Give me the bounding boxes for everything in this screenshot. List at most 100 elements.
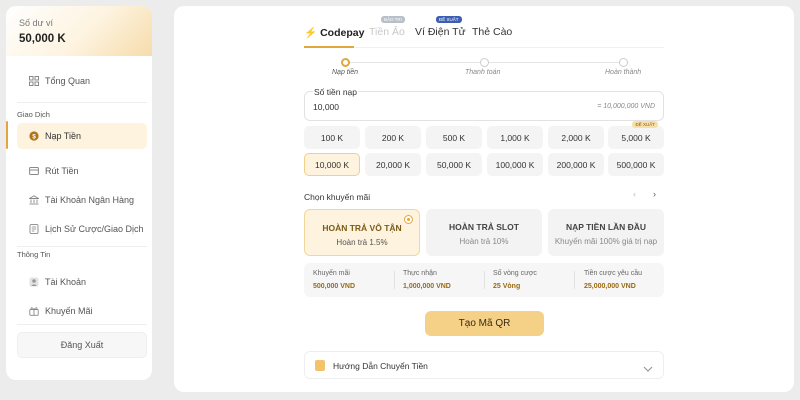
gift-icon [29,306,39,316]
sidebar-item-label: Lịch Sử Cược/Giao Dịch [45,224,144,234]
stepper-line [487,62,623,63]
tab-virtual-currency[interactable]: Tiền Ảo [369,26,405,38]
coin-icon: $ [29,131,39,141]
sidebar-item-label: Nạp Tiền [45,131,82,141]
promo-summary: Khuyến mãi 500,000 VND Thực nhận 1,000,0… [304,263,664,297]
tab-label: Tiền Ảo [369,26,405,38]
wallet-balance-card: Số dư ví 50,000 K [6,6,152,56]
quick-amount-chip[interactable]: 50,000 K [426,153,482,176]
generate-qr-button[interactable]: Tạo Mã QR [425,311,544,336]
tab-e-wallet[interactable]: Ví Điện Tử [415,26,466,38]
chip-label: 5,000 K [621,132,651,143]
amount-input[interactable]: Số tiền nạp 10,000 = 10,000,000 VND [304,87,664,121]
quick-amount-chip[interactable]: 2,000 K [548,126,604,149]
divider [17,246,147,247]
step-dot-complete [619,58,628,67]
promo-card-unlimited-rebate[interactable]: HOÀN TRẢ VÔ TẬN Hoàn trả 1.5% [304,209,420,256]
promo-card-first-deposit[interactable]: NẠP TIỀN LẦN ĐẦU Khuyến mãi 100% giá trị… [548,209,664,256]
amount-conversion-hint: = 10,000,000 VND [597,103,655,110]
chevron-left-icon[interactable]: ‹ [633,189,636,199]
active-indicator [6,121,8,149]
summary-label: Tiền cược yêu cầu [584,270,643,277]
sidebar-item-label: Tài Khoản Ngân Hàng [45,195,135,205]
promo-section-title: Chọn khuyến mãi [304,192,371,202]
step-label-deposit: Nạp tiền [332,69,359,76]
tab-divider [304,47,664,48]
divider [17,102,147,103]
summary-label: Khuyến mãi [313,270,350,277]
quick-amount-chip[interactable]: 100,000 K [487,153,543,176]
sidebar-item-label: Tổng Quan [45,76,91,86]
quick-amount-chip[interactable]: 20,000 K [365,153,421,176]
quick-amount-chip[interactable]: 200 K [365,126,421,149]
step-dot-deposit [341,58,350,67]
summary-label: Số vòng cược [493,270,537,277]
promo-description: Hoàn trả 1.5% [336,238,388,247]
tab-label: Thẻ Cào [472,26,513,38]
balance-label: Số dư ví [19,18,54,28]
history-icon [29,224,39,234]
maintenance-badge: BẢO TRÌ [381,16,405,23]
guide-title: Hướng Dẫn Chuyển Tiền [333,361,428,371]
promo-card-slot-rebate[interactable]: HOÀN TRẢ SLOT Hoàn trả 10% [426,209,542,256]
summary-value: 500,000 VND [313,283,356,290]
amount-value: 10,000 [313,102,339,112]
sidebar-item-label: Khuyến Mãi [45,306,93,316]
promo-name: HOÀN TRẢ SLOT [449,222,519,232]
tab-scratch-card[interactable]: Thẻ Cào [472,26,512,38]
active-tab-underline [304,46,354,48]
quick-amount-chip[interactable]: 500,000 K [608,153,664,176]
balance-value: 50,000 K [19,33,66,45]
summary-value: 25 Vòng [493,283,521,290]
recommended-badge: ĐỀ XUẤT [436,16,462,23]
sidebar-item-account[interactable]: Tài Khoản [17,269,147,295]
document-icon [315,360,325,371]
sidebar-item-bank-account[interactable]: Tài Khoản Ngân Hàng [17,187,147,213]
tab-codepay[interactable]: ⚡ Codepay [304,26,364,39]
transfer-guide-accordion[interactable]: Hướng Dẫn Chuyển Tiền [304,351,664,379]
divider [394,271,395,289]
quick-amount-chip-selected[interactable]: 10,000 K [304,153,360,176]
quick-amount-chip[interactable]: 100 K [304,126,360,149]
sidebar-item-label: Tài Khoản [45,277,87,287]
tab-label: Ví Điện Tử [415,26,466,38]
quick-amount-chip[interactable]: 500 K [426,126,482,149]
logout-button[interactable]: Đăng Xuất [17,332,147,358]
section-label-info: Thông Tin [17,250,51,259]
user-icon [29,277,39,287]
recommended-badge: ĐỀ XUẤT [632,121,658,128]
wallet-icon [29,166,39,176]
summary-value: 25,000,000 VND [584,283,636,290]
sidebar: Số dư ví 50,000 K Tổng Quan Giao Dịch $ … [6,6,152,380]
tab-label: Codepay [320,27,365,39]
divider [574,271,575,289]
lightning-icon: ⚡ [304,27,318,39]
sidebar-item-label: Rút Tiền [45,166,79,176]
bank-icon [29,195,39,205]
chevron-right-icon[interactable]: › [653,189,656,199]
summary-value: 1,000,000 VND [403,283,451,290]
summary-item: Thực nhận 1,000,000 VND [403,270,451,290]
summary-item: Số vòng cược 25 Vòng [493,270,537,290]
sidebar-item-deposit[interactable]: $ Nạp Tiền [17,123,147,149]
sidebar-item-overview[interactable]: Tổng Quan [17,68,147,94]
promo-name: NẠP TIỀN LẦN ĐẦU [565,222,647,232]
summary-label: Thực nhận [403,270,437,277]
sidebar-item-promotions[interactable]: Khuyến Mãi [17,298,147,324]
quick-amount-chip[interactable]: 1,000 K [487,126,543,149]
sidebar-item-history[interactable]: Lịch Sử Cược/Giao Dịch [17,216,147,242]
grid-icon [29,76,39,86]
quick-amount-chip-recommended[interactable]: 5,000 K ĐỀ XUẤT [608,121,664,149]
promo-description: Khuyến mãi 100% giá trị nạp [554,237,658,246]
chevron-down-icon [643,360,653,378]
deposit-panel: ⚡ Codepay Tiền Ảo BẢO TRÌ Ví Điện Tử ĐỀ X… [174,6,794,392]
step-label-payment: Thanh toán [465,69,501,76]
stepper-line [350,62,480,63]
promo-name: HOÀN TRẢ VÔ TẬN [322,223,402,233]
promo-description: Hoàn trả 10% [459,237,509,246]
sidebar-item-withdraw[interactable]: Rút Tiền [17,158,147,184]
divider [17,324,147,325]
quick-amount-chip[interactable]: 200,000 K [548,153,604,176]
section-label-transactions: Giao Dịch [17,110,50,119]
amount-label: Số tiền nạp [313,87,359,97]
